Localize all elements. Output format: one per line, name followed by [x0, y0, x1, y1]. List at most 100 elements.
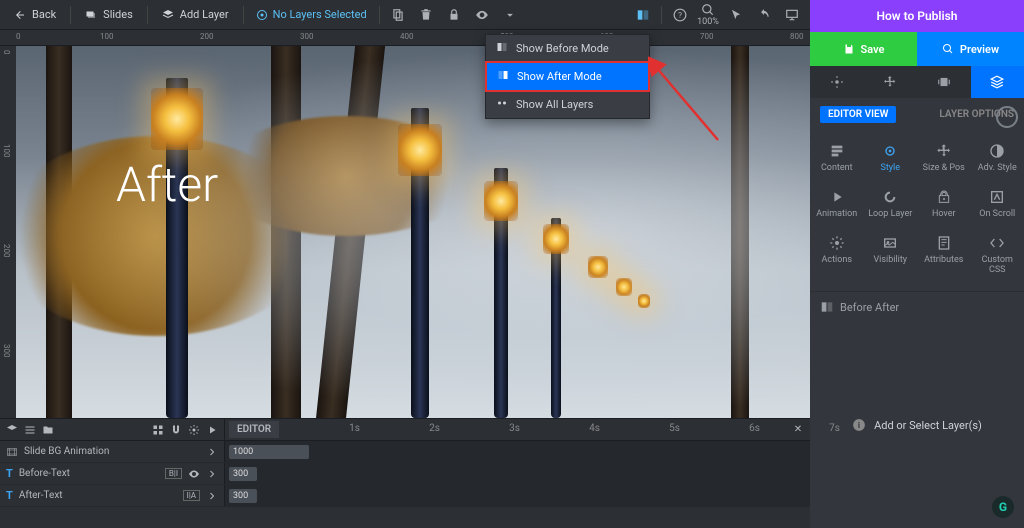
lock-button[interactable]	[442, 3, 466, 27]
property-content[interactable]: Content	[810, 135, 864, 181]
copy-button[interactable]	[386, 3, 410, 27]
add-layer-button[interactable]: Add Layer	[154, 4, 237, 25]
property-size-pos[interactable]: Size & Pos	[917, 135, 971, 181]
separator	[147, 6, 148, 24]
ia-badge[interactable]: I|A	[183, 490, 200, 501]
property-visibility[interactable]: Visibility	[864, 227, 918, 283]
dropdown-item[interactable]: Show All Layers	[486, 91, 649, 118]
layer-property-grid: Content StyleSize & Pos Adv. Style Animatio…	[810, 131, 1024, 291]
property-on-scroll[interactable]: On Scroll	[971, 181, 1024, 227]
editor-tab[interactable]: EDITOR	[229, 421, 279, 438]
timeline: EDITOR 1s 2s 3s 4s 5s 6s 7s ✕ Slide BG A…	[0, 418, 810, 528]
eye-icon[interactable]	[188, 468, 200, 480]
timeline-row[interactable]: Slide BG Animation 1000	[0, 441, 810, 463]
property-icon	[989, 189, 1005, 205]
zoom-button[interactable]: 100%	[696, 3, 720, 27]
grid-icon[interactable]	[152, 424, 164, 436]
text-layer-icon: T	[6, 467, 13, 480]
grammarly-badge[interactable]: G	[992, 496, 1014, 518]
row-label: Slide BG Animation	[24, 446, 109, 457]
timeline-close[interactable]: ✕	[786, 424, 810, 435]
dropdown-label: Show After Mode	[517, 70, 602, 83]
separator	[661, 6, 662, 24]
timeline-bar[interactable]: 1000	[229, 445, 309, 459]
separator	[70, 6, 71, 24]
visibility-button[interactable]	[470, 3, 494, 27]
save-label: Save	[861, 43, 885, 56]
lamp-glow	[543, 224, 569, 254]
preview-button[interactable]: Preview	[917, 32, 1024, 66]
before-after-section[interactable]: Before After	[810, 291, 1024, 322]
property-icon	[882, 143, 898, 159]
property-hover[interactable]: Hover	[917, 181, 971, 227]
time-tick: 4s	[589, 423, 600, 434]
eye-icon	[475, 8, 489, 22]
property-animation[interactable]: Animation	[810, 181, 864, 227]
desktop-button[interactable]	[780, 3, 804, 27]
timeline-row[interactable]: TBefore-TextB|I300	[0, 463, 810, 485]
property-label: Attributes	[924, 255, 963, 265]
dropdown-label: Show All Layers	[516, 98, 593, 111]
publish-banner[interactable]: How to Publish	[810, 0, 1024, 32]
dropdown-item[interactable]: Show Before Mode	[486, 35, 649, 62]
chevron-icon[interactable]	[206, 468, 218, 480]
tab-navigation[interactable]	[864, 66, 918, 98]
before-after-button[interactable]	[631, 3, 655, 27]
property-adv-style[interactable]: Adv. Style	[971, 135, 1024, 181]
sidebar-tabs	[810, 66, 1024, 98]
help-icon: ?	[673, 8, 687, 22]
after-text-layer[interactable]: After	[116, 156, 218, 213]
property-label: Adv. Style	[978, 163, 1017, 173]
folder-icon[interactable]	[42, 424, 54, 436]
dropdown-toggle[interactable]	[498, 3, 522, 27]
dropdown-item[interactable]: Show After Mode	[485, 61, 650, 92]
tab-settings[interactable]	[810, 66, 864, 98]
timeline-bar[interactable]: 300	[229, 489, 257, 503]
tab-layers[interactable]	[971, 66, 1024, 98]
help-ring[interactable]	[996, 106, 1018, 128]
separator	[379, 6, 380, 24]
timeline-bar[interactable]: 300	[229, 467, 257, 481]
arrow-left-icon	[14, 9, 26, 21]
slides-button[interactable]: Slides	[77, 4, 141, 25]
timeline-row[interactable]: TAfter-TextI|A300	[0, 485, 810, 507]
save-icon	[843, 43, 855, 55]
pointer-button[interactable]	[724, 3, 748, 27]
property-custom-css[interactable]: Custom CSS	[971, 227, 1024, 283]
monitor-icon	[785, 8, 799, 22]
gear-icon[interactable]	[188, 424, 200, 436]
move-icon	[883, 75, 897, 89]
property-actions[interactable]: Actions	[810, 227, 864, 283]
trash-icon	[419, 8, 433, 22]
undo-button[interactable]	[752, 3, 776, 27]
bi-badge[interactable]: B|I	[165, 468, 182, 479]
search-icon	[701, 3, 715, 17]
ruler-tick: 100	[2, 144, 11, 158]
ruler-tick: 200	[2, 244, 11, 258]
editor-view-pill[interactable]: EDITOR VIEW	[820, 106, 896, 123]
add-layer-label: Add Layer	[180, 8, 229, 21]
delete-button[interactable]	[414, 3, 438, 27]
property-style[interactable]: Style	[864, 135, 918, 181]
canvas[interactable]: After	[16, 46, 810, 418]
help-button[interactable]: ?	[668, 3, 692, 27]
play-icon[interactable]	[206, 424, 218, 436]
magnet-icon[interactable]	[170, 424, 182, 436]
layers-icon[interactable]	[6, 424, 18, 436]
tab-slides[interactable]	[917, 66, 971, 98]
list-icon[interactable]	[24, 424, 36, 436]
chevron-icon[interactable]	[206, 446, 218, 458]
info-icon: i	[852, 418, 866, 432]
chevron-icon[interactable]	[206, 490, 218, 502]
carousel-icon	[937, 75, 951, 89]
time-tick: 2s	[429, 423, 440, 434]
selection-status: No Layers Selected	[250, 4, 373, 25]
back-button[interactable]: Back	[6, 4, 64, 25]
time-tick: 7s	[829, 423, 840, 434]
property-attributes[interactable]: Attributes	[917, 227, 971, 283]
save-button[interactable]: Save	[810, 32, 917, 66]
property-label: Content	[821, 163, 853, 173]
property-label: Custom CSS	[973, 255, 1023, 275]
property-loop-layer[interactable]: Loop Layer	[864, 181, 918, 227]
ruler-tick: 0	[2, 50, 11, 55]
